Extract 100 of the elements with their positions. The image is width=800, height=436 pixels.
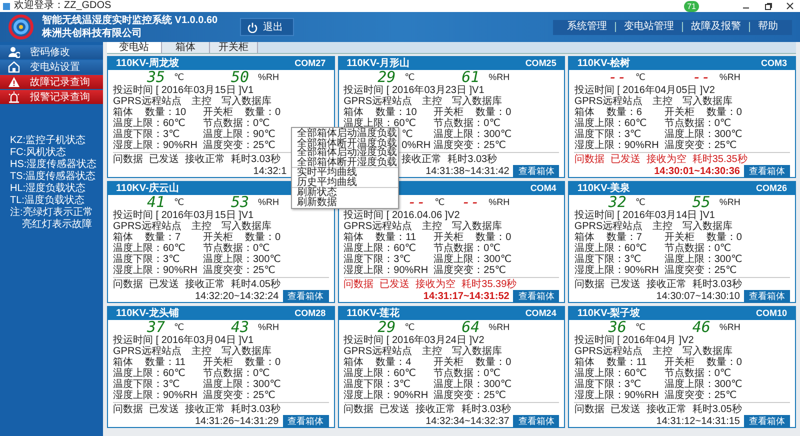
status-text: 接收正常	[646, 404, 686, 414]
box-count: 数量：7	[145, 232, 181, 243]
status-text: 已发送	[149, 404, 179, 414]
cabinet-count: 数量：0	[476, 107, 512, 118]
port-label: COM28	[294, 308, 326, 319]
limit-text: 节点数据：0℃	[203, 243, 270, 254]
menu-item[interactable]: 刷新数据	[292, 198, 398, 207]
limit-text: 温度上限：60℃	[574, 368, 647, 379]
house-icon	[8, 61, 20, 73]
menu-item[interactable]: 全部箱体启动温度负载	[292, 129, 398, 138]
install-date: 投运时间 [ 2016年03月15日 ]V1	[113, 85, 254, 96]
port-label: COM4	[530, 183, 556, 194]
limit-text: 温度突变：25℃	[434, 265, 506, 276]
sidebar-item[interactable]: 变电站设置	[0, 60, 103, 74]
unit-label: %RH	[258, 197, 280, 208]
cabinet-count: 数量：0	[245, 357, 281, 368]
status-text: 已发送	[610, 279, 640, 289]
database-label: 写入数据库	[682, 221, 733, 232]
view-boxes-button[interactable]: 查看箱体	[744, 414, 790, 428]
humidity-value: 55	[692, 195, 710, 210]
cabinet-label: 开关柜	[434, 357, 464, 368]
sidebar-item[interactable]: 故障记录查询	[0, 75, 103, 89]
status-text: 已发送	[149, 279, 179, 289]
menu-item[interactable]: 实时平均曲线	[292, 167, 398, 178]
menu-item[interactable]: 全部箱体启动湿度负载	[292, 148, 398, 158]
nav-link[interactable]: 帮助	[749, 22, 786, 32]
time-range: 14:31:38~14:31:42	[426, 166, 510, 176]
nav-link[interactable]: 变电站管理	[615, 22, 682, 32]
port-label: COM10	[756, 308, 787, 319]
view-boxes-button[interactable]: 查看箱体	[513, 414, 560, 428]
limit-text: 温度突变：25℃	[664, 140, 737, 151]
master-label: 主控	[652, 221, 673, 232]
legend-text: HL:湿度负载状态	[10, 183, 87, 194]
box-count: 数量：4	[376, 357, 412, 368]
view-boxes-button[interactable]: 查看箱体	[282, 290, 329, 302]
unit-label: %RH	[719, 72, 740, 83]
status-text: 接收为空	[646, 154, 686, 164]
station-name: 110KV-美泉	[577, 183, 630, 194]
limit-text: 温度上限：300℃	[664, 254, 742, 265]
limit-text: 温度下限：3℃	[113, 129, 180, 140]
exit-button[interactable]: 退出	[240, 18, 294, 36]
install-date: 投运时间 [ 2016年03月15日 ]V1	[113, 210, 254, 221]
connection-type: GPRS远程站点	[574, 346, 643, 357]
limit-text: 湿度上限：90%RH	[113, 140, 198, 151]
temperature-value: 29	[378, 320, 397, 335]
station-name: 110KV-梨子坡	[577, 308, 640, 319]
unit-label: %RH	[488, 322, 510, 333]
master-label: 主控	[422, 96, 442, 107]
humidity-value: --	[692, 70, 710, 85]
install-date: 投运时间 [ 2016年03月14日 ]V1	[574, 210, 715, 221]
box-count: 数量：7	[606, 232, 642, 243]
limit-text: 湿度上限：90%RH	[344, 390, 428, 401]
status-text: 耗时3.03秒	[462, 404, 512, 414]
humidity-value: 64	[462, 320, 480, 335]
box-count: 数量：10	[376, 107, 417, 118]
humidity-value: 53	[231, 195, 250, 210]
view-boxes-button[interactable]: 查看箱体	[513, 164, 560, 178]
limit-text: 节点数据：0℃	[434, 118, 500, 129]
menu-item[interactable]: 历史平均曲线	[292, 178, 398, 187]
view-boxes-button[interactable]: 查看箱体	[282, 414, 329, 428]
app-icon	[2, 2, 11, 10]
limit-text: 温度下限：3℃	[574, 254, 642, 265]
tab[interactable]: 变电站	[107, 42, 162, 53]
cabinet-count: 数量：0	[245, 232, 281, 243]
menu-item[interactable]: 全部箱体断开湿度负载	[292, 158, 398, 167]
limit-text: 0%RH	[402, 140, 431, 151]
menu-item[interactable]: 全部箱体断开温度负载	[292, 138, 398, 148]
view-boxes-button[interactable]: 查看箱体	[513, 290, 560, 302]
limit-text: 温度上限：90℃	[203, 129, 276, 140]
connection-type: GPRS远程站点	[113, 346, 182, 357]
station-name: 110KV-桧树	[577, 58, 630, 69]
limit-text: 温度突变：25℃	[434, 140, 506, 151]
view-boxes-button[interactable]: 查看箱体	[744, 164, 790, 178]
status-text: 问数据	[574, 279, 604, 289]
box-label: 箱体	[344, 107, 364, 118]
menu-item[interactable]: 刷新状态	[292, 187, 398, 198]
database-label: 写入数据库	[452, 221, 502, 232]
status-text: 耗时3.05秒	[692, 404, 742, 414]
box-count: 数量：11	[376, 232, 416, 243]
time-range: 14:31:26~14:31:29	[194, 416, 279, 426]
view-boxes-button[interactable]: 查看箱体	[744, 290, 790, 302]
sidebar-item[interactable]: 报警记录查询	[0, 90, 103, 104]
time-range: 14:30:01~14:30:36	[654, 166, 740, 176]
unit-label: ℃	[635, 322, 646, 333]
limit-text: 温度下限：3℃	[113, 379, 180, 390]
sidebar-item[interactable]: 密码修改	[0, 45, 103, 59]
status-text: 耗时4.05秒	[231, 279, 280, 289]
connection-type: GPRS远程站点	[344, 221, 412, 232]
nav-link[interactable]: 故障及报警	[682, 22, 749, 32]
status-text: 接收正常	[185, 154, 225, 164]
alarm-light-icon	[8, 91, 20, 103]
status-text: 已发送	[149, 154, 179, 164]
status-text: 耗时3.03秒	[692, 279, 742, 289]
tab[interactable]: 开关柜	[210, 42, 258, 53]
humidity-value: --	[462, 195, 481, 210]
status-text: 问数据	[113, 154, 143, 164]
database-label: 写入数据库	[682, 96, 733, 107]
status-text: 耗时3.03秒	[231, 404, 280, 414]
nav-link[interactable]: 系统管理	[559, 22, 615, 32]
tab[interactable]: 箱体	[162, 42, 210, 53]
